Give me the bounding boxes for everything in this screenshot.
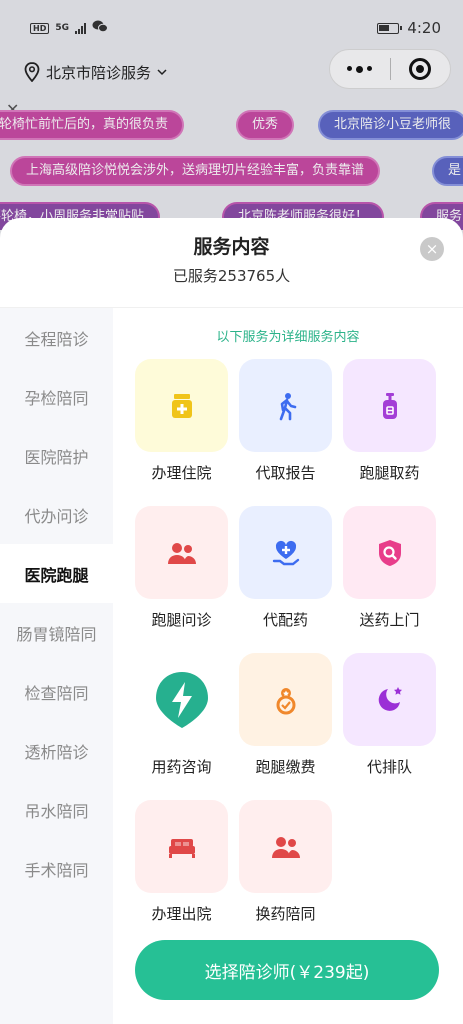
sidebar-item[interactable]: 全程陪诊 [0,308,113,367]
service-item[interactable]: 送药上门 [343,506,436,653]
barrage-chip: 推轮椅忙前忙后的，真的很负责 [0,110,185,140]
medal-icon [239,653,332,746]
sidebar-item[interactable]: 肠胃镜陪同 [0,603,113,662]
service-grid: 办理住院 代取报告 跑腿取药跑腿问诊 代配药 送药上门用药咨询 跑腿缴费 代排队办理出院 换药… [135,359,437,947]
sidebar-item[interactable]: 透析陪诊 [0,721,113,780]
heart-hand-icon [239,506,332,599]
service-label: 跑腿缴费 [255,758,316,776]
service-item[interactable]: 跑腿取药 [343,359,436,506]
more-button[interactable] [330,50,390,88]
location-pin-icon [24,62,40,82]
close-button[interactable]: × [420,237,444,261]
miniprogram-capsule [329,49,451,89]
service-label: 代配药 [262,611,308,629]
service-item[interactable]: 跑腿缴费 [239,653,332,800]
status-indicators: HD 5G [30,20,108,36]
pump-bottle-icon [343,359,436,452]
service-item[interactable]: 跑腿问诊 [135,506,228,653]
sheet-title: 服务内容 [193,236,270,258]
sidebar-item[interactable]: 孕检陪同 [0,367,113,426]
status-right: 4:20 [377,19,441,37]
barrage-chip: 北京陪诊小豆老师很 [318,110,463,140]
status-bar: HD 5G 4:20 [0,0,463,56]
chevron-down-icon [157,69,167,76]
service-hint: 以下服务为详细服务内容 [216,330,360,345]
service-label: 换药陪同 [255,905,316,923]
service-item[interactable]: 代取报告 [239,359,332,506]
service-item[interactable]: 办理住院 [135,359,228,506]
more-dots-icon [347,65,373,73]
choose-escort-button[interactable]: 选择陪诊师(￥239起) [135,940,439,1000]
barrage-chip: 上海高级陪诊悦悦会涉外，送病理切片经验丰富，负责靠谱 [10,156,381,186]
review-barrage: 推轮椅忙前忙后的，真的很负责 优秀 北京陪诊小豆老师很 上海高级陪诊悦悦会涉外，… [0,100,463,230]
sidebar-item[interactable]: 代办问诊 [0,485,113,544]
wechat-icon [92,20,108,36]
service-content: 以下服务为详细服务内容 办理住院 代取报告 跑腿取药跑腿问诊 代配药 送药上门用药咨询 跑… [113,308,463,1024]
barrage-chip: 是 [432,156,463,186]
service-item[interactable]: 代配药 [239,506,332,653]
service-label: 跑腿取药 [359,464,420,482]
target-icon [409,58,432,80]
network-label: 5G [55,23,69,33]
sidebar-item[interactable]: 吊水陪同 [0,780,113,839]
service-label: 送药上门 [359,611,420,629]
hd-badge: HD [30,22,50,34]
service-item[interactable]: 用药咨询 [135,653,228,800]
served-count: 已服务253765人 [172,267,291,285]
barrage-chip: 优秀 [236,110,295,140]
sidebar-item[interactable]: 医院跑腿 [0,544,113,603]
medicine-bottle-icon [135,359,228,452]
location-label: 北京市陪诊服务 [46,63,152,82]
signal-icon [75,22,86,34]
sidebar-item[interactable]: 医院陪护 [0,426,113,485]
walking-person-icon [239,359,332,452]
service-label: 跑腿问诊 [151,611,212,629]
service-content-sheet: 服务内容 已服务253765人 × 全程陪诊 孕检陪同 医院陪护 代办问诊 医院跑腿 肠胃… [0,218,463,1024]
close-miniprogram-button[interactable] [391,50,451,88]
service-item[interactable]: 换药陪同 [239,800,332,947]
service-label: 代取报告 [255,464,316,482]
battery-icon [377,22,403,34]
lightning-icon [135,653,228,746]
shield-search-icon [343,506,436,599]
bed-icon [135,800,228,893]
sidebar-item[interactable]: 手术陪同 [0,839,113,898]
sidebar-item[interactable]: 检查陪同 [0,662,113,721]
service-label: 代排队 [366,758,412,776]
service-item[interactable]: 代排队 [343,653,436,800]
service-label: 办理出院 [151,905,212,923]
location-selector[interactable]: 北京市陪诊服务 [24,62,167,83]
sheet-header: 服务内容 已服务253765人 [0,218,463,308]
close-icon: × [425,239,439,258]
category-sidebar: 全程陪诊 孕检陪同 医院陪护 代办问诊 医院跑腿 肠胃镜陪同 检查陪同 透析陪诊 吊水陪同 手术陪… [0,308,113,1024]
users-icon [135,506,228,599]
moon-star-icon [343,653,436,746]
clock: 4:20 [407,19,441,37]
service-item[interactable]: 办理出院 [135,800,228,947]
service-label: 办理住院 [151,464,212,482]
service-label: 用药咨询 [151,758,212,776]
users-icon [239,800,332,893]
